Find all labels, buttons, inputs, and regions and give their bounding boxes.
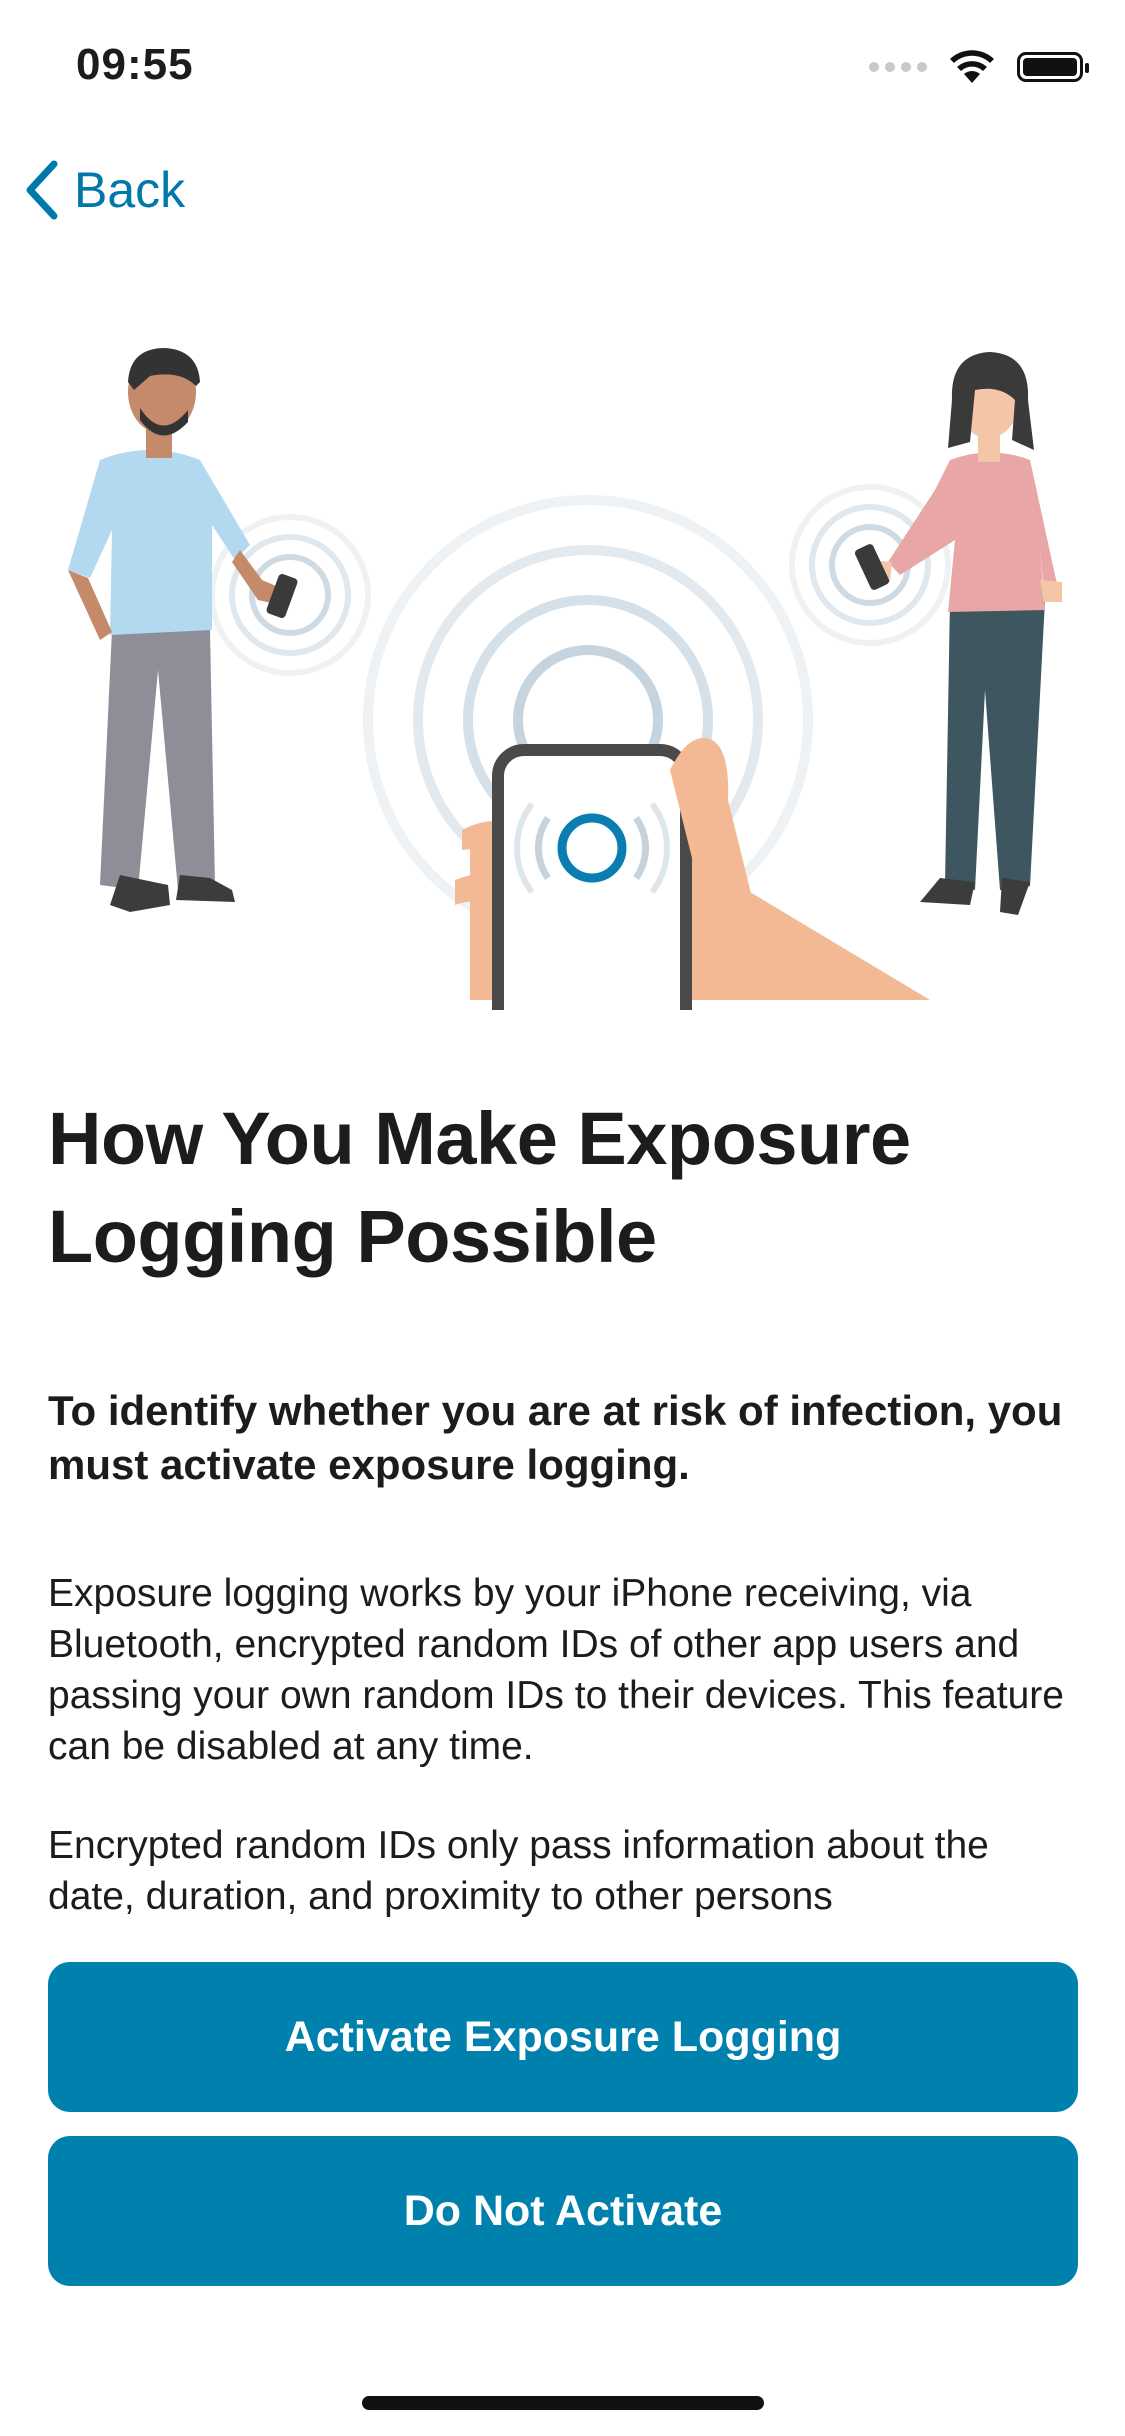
status-time: 09:55: [76, 40, 194, 89]
wifi-icon: [950, 50, 994, 83]
activate-exposure-logging-button[interactable]: Activate Exposure Logging: [48, 1962, 1078, 2112]
cellular-signal-icon: [869, 62, 927, 72]
body-paragraph-2: Encrypted random IDs only pass informati…: [48, 1824, 989, 1918]
exposure-logging-illustration: [68, 348, 1062, 1010]
hand-with-phone: [455, 738, 930, 1010]
battery-icon: [1017, 52, 1089, 82]
back-label: Back: [74, 162, 186, 218]
body-paragraph-1: Exposure logging works by your iPhone re…: [48, 1572, 1064, 1768]
back-button[interactable]: Back: [24, 160, 185, 220]
home-indicator[interactable]: [362, 2396, 764, 2410]
lead-text: To identify whether you are at risk of i…: [48, 1387, 1063, 1488]
man-figure: [68, 348, 298, 912]
page-title: How You Make Exposure Logging Possible: [48, 1097, 911, 1278]
content: How You Make Exposure Logging Possible T…: [48, 1090, 1078, 1918]
status-icons: [869, 50, 1089, 84]
chevron-left-icon: [26, 160, 58, 220]
do-not-activate-button[interactable]: Do Not Activate: [48, 2136, 1078, 2286]
status-bar: 09:55: [0, 0, 1125, 140]
woman-figure: [854, 352, 1062, 915]
